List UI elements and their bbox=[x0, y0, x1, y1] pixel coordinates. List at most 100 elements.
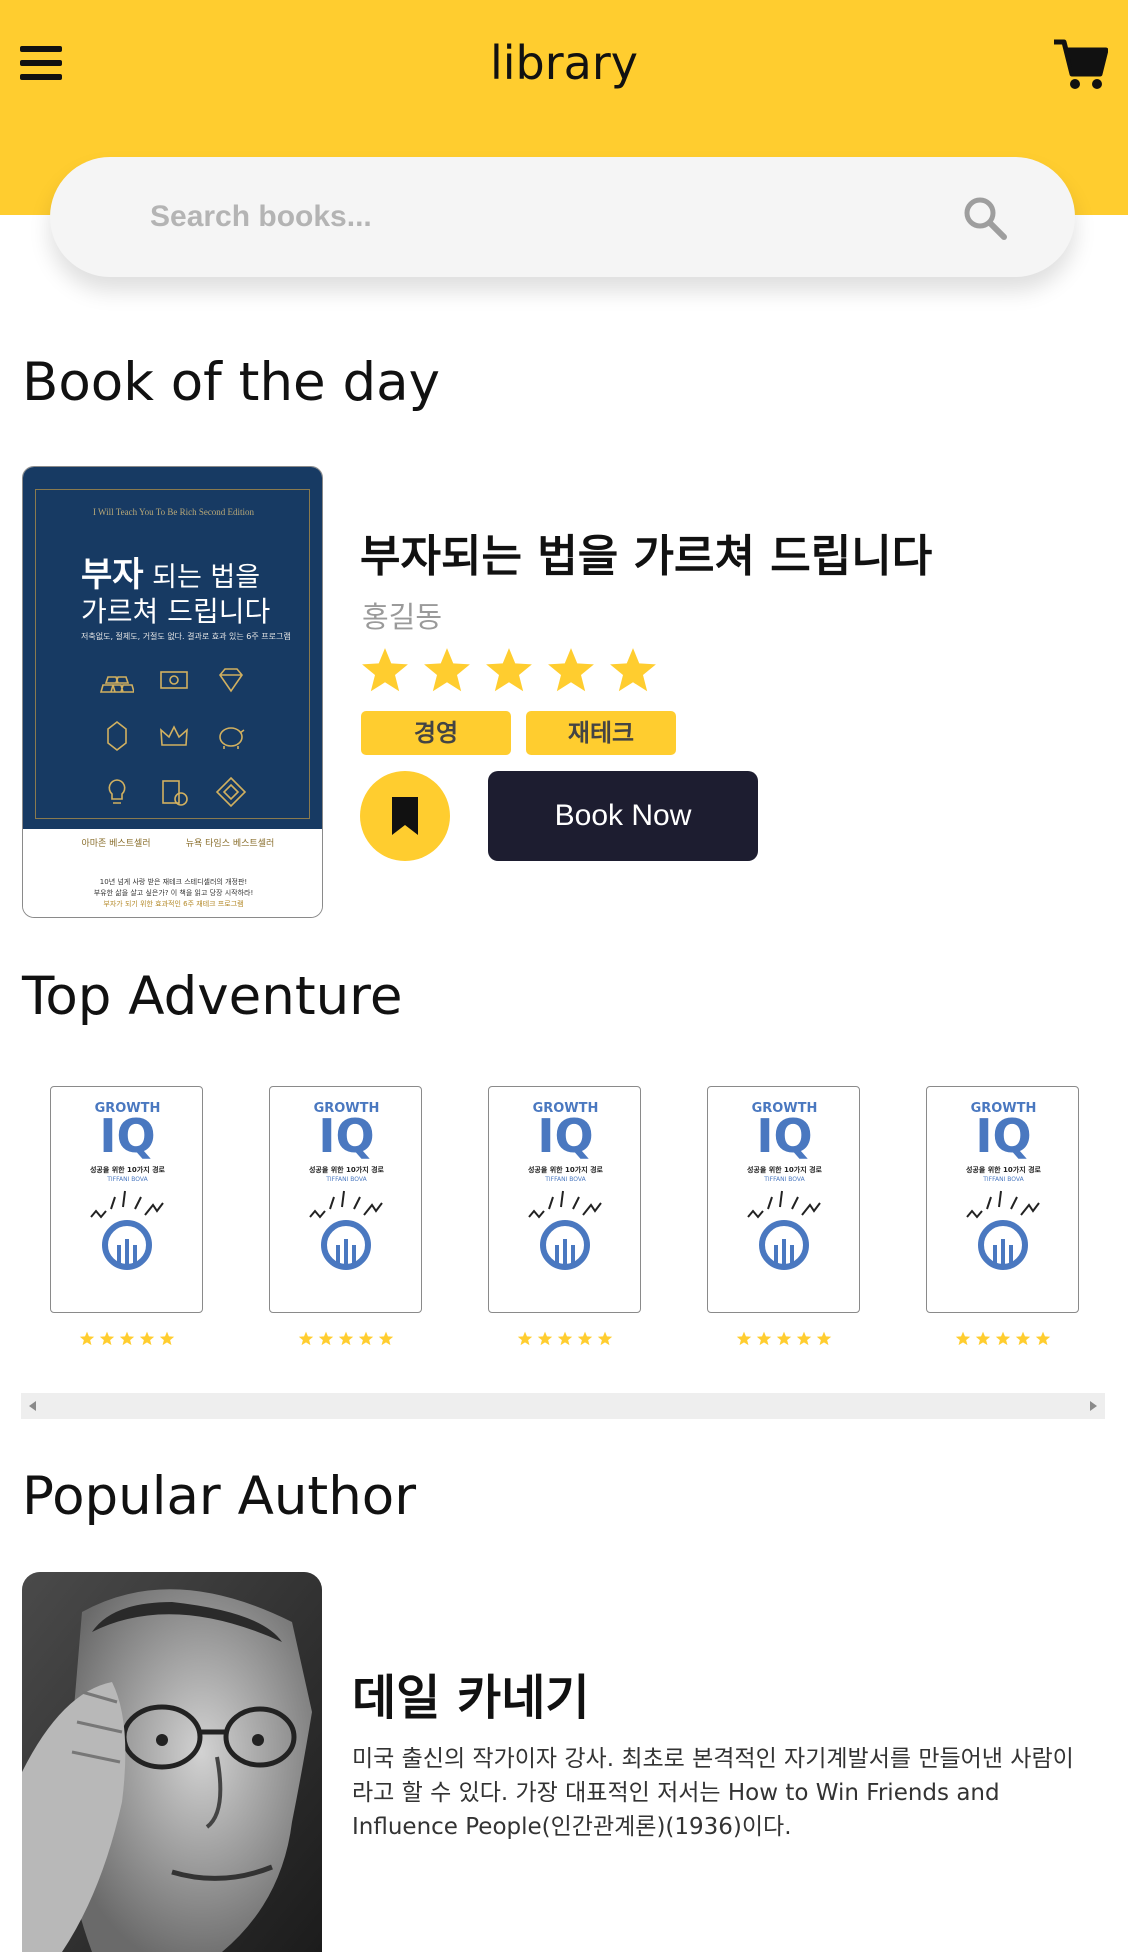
book-rating-stars bbox=[707, 1331, 860, 1346]
cover-title-rest: 되는 법을 bbox=[143, 562, 261, 593]
laurel-badge-left: 아마존 베스트셀러 bbox=[81, 839, 151, 849]
horizontal-scrollbar[interactable] bbox=[21, 1393, 1105, 1419]
book-cover[interactable]: GROWTH IQ 성공을 위한 10가지 경로 TIFFANI BOVA bbox=[488, 1086, 641, 1313]
cover-author: TIFFANI BOVA bbox=[326, 1176, 367, 1183]
star-icon bbox=[139, 1331, 154, 1346]
star-icon bbox=[577, 1331, 592, 1346]
cover-author: TIFFANI BOVA bbox=[545, 1176, 586, 1183]
search-bar bbox=[50, 157, 1075, 277]
search-icon[interactable] bbox=[960, 193, 1010, 243]
tag-chip[interactable]: 재테크 bbox=[526, 711, 676, 755]
book-cover[interactable]: GROWTH IQ 성공을 위한 10가지 경로 TIFFANI BOVA bbox=[707, 1086, 860, 1313]
book-now-button[interactable]: Book Now bbox=[488, 771, 758, 861]
book-rating-stars bbox=[50, 1331, 203, 1346]
book-title: 부자되는 법을 가르쳐 드립니다 bbox=[360, 531, 933, 582]
star-icon bbox=[537, 1331, 552, 1346]
coins-icon bbox=[157, 775, 191, 809]
star-icon bbox=[1015, 1331, 1030, 1346]
star-icon bbox=[318, 1331, 333, 1346]
gold-bars-icon bbox=[100, 663, 136, 697]
book-of-the-day-cover[interactable]: I Will Teach You To Be Rich Second Editi… bbox=[22, 466, 323, 918]
star-icon bbox=[338, 1331, 353, 1346]
bookmark-button[interactable] bbox=[360, 771, 450, 861]
app-title: library bbox=[490, 36, 638, 90]
cover-title-line-2: 가르쳐 드립니다 bbox=[81, 595, 271, 628]
cover-iq-label: IQ bbox=[975, 1109, 1032, 1163]
shopping-cart-icon[interactable] bbox=[1052, 38, 1108, 92]
rhombus-icon bbox=[214, 775, 248, 809]
book-cover[interactable]: GROWTH IQ 성공을 위한 10가지 경로 TIFFANI BOVA bbox=[50, 1086, 203, 1313]
cover-iq-label: IQ bbox=[99, 1109, 156, 1163]
cover-subtitle: 저축없도, 절제도, 거절도 없다. 결과로 효과 있는 6주 프로그램 bbox=[81, 632, 291, 641]
cover-subtitle: 성공을 위한 10가지 경로 bbox=[308, 1166, 384, 1174]
cover-blurb-line-2: 부유한 삶을 살고 싶은가? 이 책을 읽고 당장 시작하라! bbox=[93, 889, 254, 897]
author-photo[interactable] bbox=[22, 1572, 322, 1952]
laurel-badge-right: 뉴욕 타임스 베스트셀러 bbox=[185, 839, 275, 849]
book-rating-stars bbox=[488, 1331, 641, 1346]
book-rating-stars bbox=[926, 1331, 1079, 1346]
book-cover[interactable]: GROWTH IQ 성공을 위한 10가지 경로 TIFFANI BOVA bbox=[926, 1086, 1079, 1313]
star-icon bbox=[424, 648, 470, 692]
section-title-popular-author: Popular Author bbox=[22, 1466, 417, 1527]
section-title-book-of-the-day: Book of the day bbox=[22, 352, 440, 413]
crown-icon bbox=[157, 719, 191, 753]
star-icon bbox=[975, 1331, 990, 1346]
star-icon bbox=[548, 648, 594, 692]
star-icon bbox=[995, 1331, 1010, 1346]
cover-top-panel: I Will Teach You To Be Rich Second Editi… bbox=[23, 467, 322, 829]
diamond-icon bbox=[214, 663, 248, 697]
star-icon bbox=[378, 1331, 393, 1346]
cover-title-bold: 부자 bbox=[81, 555, 144, 595]
scroll-right-arrow-icon[interactable] bbox=[1090, 1401, 1097, 1411]
star-icon bbox=[796, 1331, 811, 1346]
adventure-book-card[interactable]: GROWTH IQ 성공을 위한 10가지 경로 TIFFANI BOVA bbox=[926, 1086, 1079, 1346]
star-icon bbox=[756, 1331, 771, 1346]
cover-top-text: I Will Teach You To Be Rich Second Editi… bbox=[92, 507, 255, 517]
author-name: 데일 카네기 bbox=[352, 1670, 590, 1726]
section-title-top-adventure: Top Adventure bbox=[22, 966, 403, 1027]
star-icon bbox=[79, 1331, 94, 1346]
cover-blurb-line-1: 10년 넘게 사랑 받은 재테크 스테디셀러의 개정판! bbox=[99, 878, 248, 886]
gem-icon bbox=[100, 719, 134, 753]
top-adventure-list[interactable]: GROWTH IQ 성공을 위한 10가지 경로 TIFFANI BOVA GROWTH… bbox=[50, 1086, 1080, 1356]
star-icon bbox=[362, 648, 408, 692]
star-icon bbox=[99, 1331, 114, 1346]
adventure-book-card[interactable]: GROWTH IQ 성공을 위한 10가지 경로 TIFFANI BOVA bbox=[707, 1086, 860, 1346]
cover-iq-label: IQ bbox=[318, 1109, 375, 1163]
adventure-book-card[interactable]: GROWTH IQ 성공을 위한 10가지 경로 TIFFANI BOVA bbox=[50, 1086, 203, 1346]
adventure-book-card[interactable]: GROWTH IQ 성공을 위한 10가지 경로 TIFFANI BOVA bbox=[269, 1086, 422, 1346]
cover-author: TIFFANI BOVA bbox=[983, 1176, 1024, 1183]
star-icon bbox=[517, 1331, 532, 1346]
star-icon bbox=[298, 1331, 313, 1346]
star-icon bbox=[776, 1331, 791, 1346]
cover-author: TIFFANI BOVA bbox=[764, 1176, 805, 1183]
scroll-left-arrow-icon[interactable] bbox=[29, 1401, 36, 1411]
iq-brain-art bbox=[90, 1190, 164, 1270]
cover-icon-grid bbox=[89, 663, 259, 809]
lightbulb-icon bbox=[100, 775, 134, 809]
star-icon bbox=[486, 648, 532, 692]
star-icon bbox=[557, 1331, 572, 1346]
author-portrait-image bbox=[22, 1572, 322, 1952]
cover-subtitle: 성공을 위한 10가지 경로 bbox=[965, 1166, 1041, 1174]
star-icon bbox=[610, 648, 656, 692]
search-input[interactable] bbox=[150, 191, 850, 243]
star-icon bbox=[159, 1331, 174, 1346]
star-icon bbox=[816, 1331, 831, 1346]
iq-brain-art bbox=[747, 1190, 821, 1270]
cover-title-line-1: 부자 되는 법을 bbox=[81, 547, 260, 596]
star-icon bbox=[597, 1331, 612, 1346]
book-rating-stars bbox=[269, 1331, 422, 1346]
cover-bottom-panel: 아마존 베스트셀러 뉴욕 타임스 베스트셀러 10년 넘게 사랑 받은 재테크 … bbox=[23, 829, 322, 917]
tag-chip[interactable]: 경영 bbox=[361, 711, 511, 755]
book-cover[interactable]: GROWTH IQ 성공을 위한 10가지 경로 TIFFANI BOVA bbox=[269, 1086, 422, 1313]
bookmark-icon bbox=[392, 797, 418, 835]
author-bio: 미국 출신의 작가이자 강사. 최초로 본격적인 자기계발서를 만들어낸 사람이… bbox=[352, 1746, 1074, 1840]
cover-blurb: 10년 넘게 사랑 받은 재테크 스테디셀러의 개정판! 부유한 삶을 살고 싶… bbox=[23, 877, 322, 910]
book-author: 홍길동 bbox=[362, 600, 443, 634]
cover-subtitle: 성공을 위한 10가지 경로 bbox=[527, 1166, 603, 1174]
star-icon bbox=[1035, 1331, 1050, 1346]
piggy-bank-icon bbox=[214, 719, 248, 753]
cover-blurb-line-3: 부자가 되기 위한 효과적인 6주 재테크 프로그램 bbox=[103, 900, 244, 908]
adventure-book-card[interactable]: GROWTH IQ 성공을 위한 10가지 경로 TIFFANI BOVA bbox=[488, 1086, 641, 1346]
